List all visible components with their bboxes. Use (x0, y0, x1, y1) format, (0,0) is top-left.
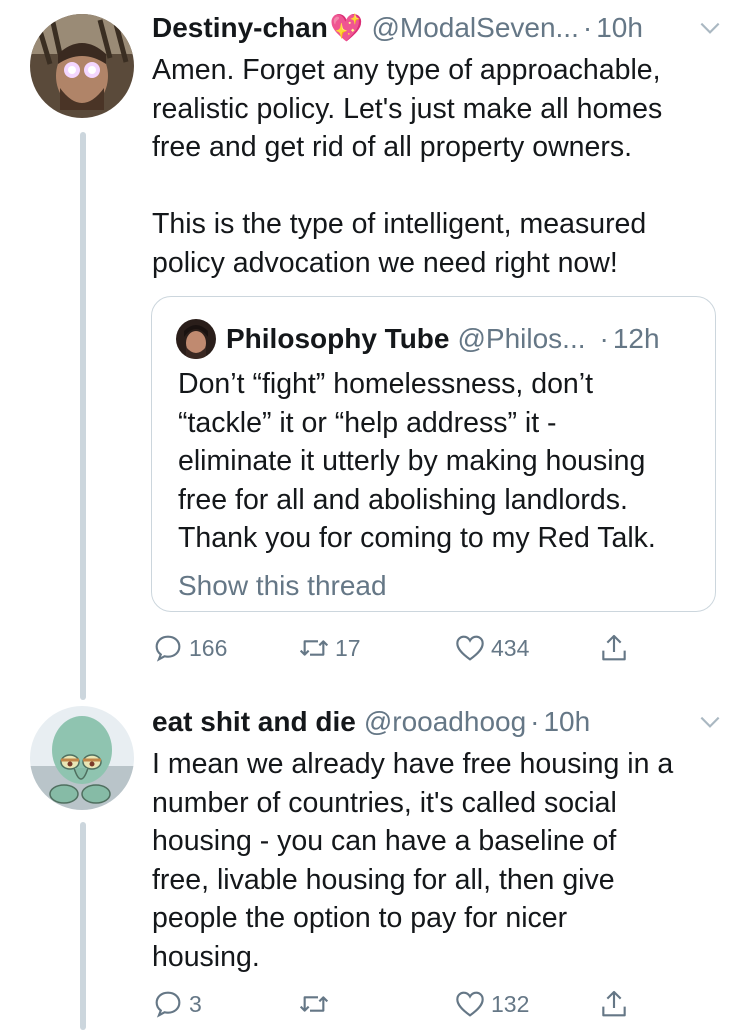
avatar[interactable] (30, 14, 134, 118)
retweet-icon (299, 640, 329, 656)
sparkling-heart-emoji: 💖 (329, 13, 364, 43)
quote-header: Philosophy Tube @Philos... · 12h (176, 319, 660, 359)
user-handle[interactable]: @ModalSeven... (371, 11, 578, 45)
share-icon (602, 634, 626, 661)
like-count: 132 (491, 990, 530, 1017)
retweet-button[interactable] (298, 984, 335, 1024)
quote-text: Don’t “fight” homelessness, don’t “tackl… (178, 368, 656, 554)
quoted-tweet[interactable]: Philosophy Tube @Philos... · 12h Don’t “… (151, 296, 716, 612)
quote-timestamp: 12h (612, 323, 660, 354)
like-button[interactable]: 434 (454, 628, 529, 668)
retweet-icon (299, 996, 329, 1012)
retweet-count: 17 (335, 634, 361, 661)
timestamp[interactable]: 10h (543, 705, 590, 739)
display-name[interactable]: Destiny-chan (152, 11, 328, 45)
tweet-text: Amen. Forget any type of approachable, r… (152, 54, 663, 279)
chevron-down-icon[interactable] (697, 15, 723, 41)
share-icon (602, 990, 626, 1017)
like-count: 434 (491, 634, 530, 661)
separator-dot: · (530, 706, 540, 737)
heart-icon (456, 991, 484, 1017)
separator-dot: · (582, 12, 593, 43)
display-name[interactable]: eat shit and die (152, 705, 356, 739)
retweet-button[interactable]: 17 (298, 628, 361, 668)
reply-icon (155, 635, 181, 662)
reply-button[interactable]: 3 (152, 984, 202, 1024)
like-button[interactable]: 132 (454, 984, 529, 1024)
quote-user-handle: @Philos... (457, 323, 586, 354)
tweet-actions: 166 17 434 (152, 628, 652, 668)
thread-line-lower (80, 822, 86, 1030)
show-thread-link[interactable]: Show this thread (178, 569, 387, 603)
tweet-header: eat shit and die @rooadhoog · 10h (152, 705, 723, 739)
share-button[interactable] (598, 984, 635, 1024)
tweet-header: Destiny-chan 💖 @ModalSeven... · 10h (152, 11, 723, 45)
quote-display-name: Philosophy Tube (226, 323, 450, 354)
avatar[interactable] (30, 706, 134, 810)
reply-icon (155, 991, 181, 1018)
reply-count: 166 (189, 634, 228, 661)
reply-count: 3 (189, 990, 202, 1017)
chevron-down-icon[interactable] (697, 709, 723, 735)
quote-avatar (176, 319, 216, 359)
tweet-actions: 3 132 (152, 984, 652, 1024)
reply-button[interactable]: 166 (152, 628, 227, 668)
user-handle[interactable]: @rooadhoog (364, 705, 526, 739)
share-button[interactable] (598, 628, 635, 668)
quote-separator-dot: · (599, 323, 609, 354)
timestamp[interactable]: 10h (596, 11, 643, 45)
tweet-text: I mean we already have free housing in a… (152, 748, 674, 973)
thread-line-upper (80, 132, 86, 700)
heart-icon (456, 635, 484, 661)
